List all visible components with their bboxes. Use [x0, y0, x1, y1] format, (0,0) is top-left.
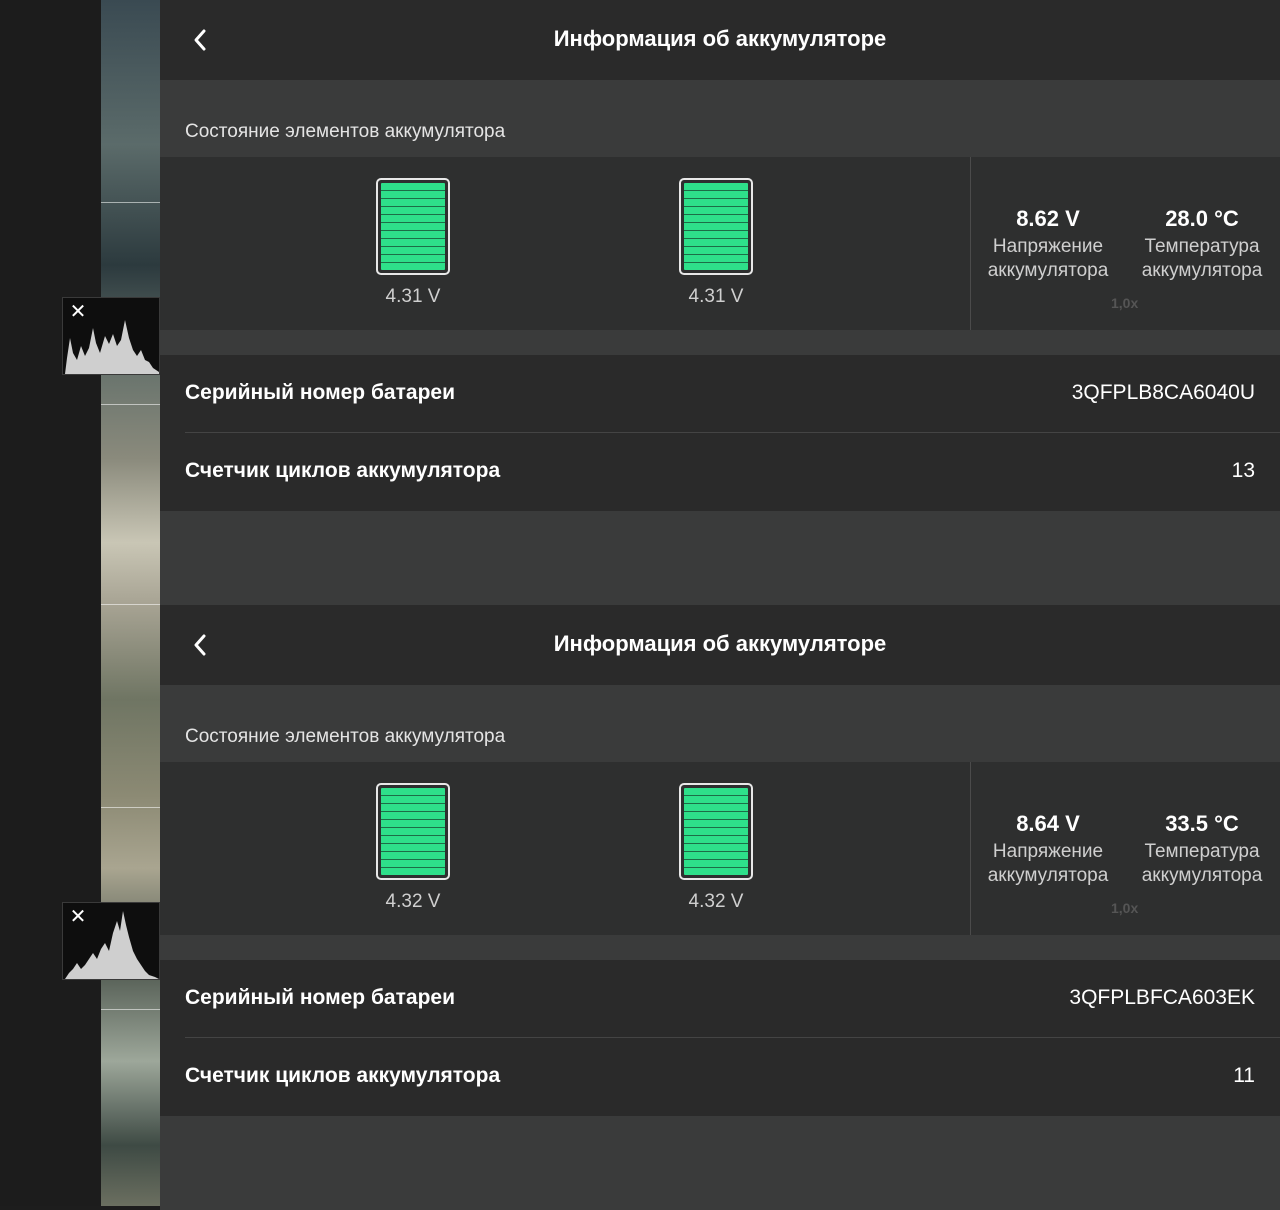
serial-value: 3QFPLBFCA603EK — [1069, 986, 1255, 1009]
battery-cell-icon — [679, 783, 753, 880]
temperature-label: Температура аккумулятора — [1141, 236, 1263, 281]
temperature-stat: 28.0 °C Температура аккумулятора — [1127, 205, 1277, 283]
cell-voltage: 4.32 V — [385, 891, 441, 912]
battery-cells-area: 4.32 V 4.32 V — [160, 762, 970, 935]
cell-voltage: 4.31 V — [385, 286, 441, 307]
voltage-value: 8.62 V — [1016, 206, 1080, 231]
battery-cell-icon — [376, 783, 450, 880]
grid-line — [101, 807, 160, 808]
camera-preview-strip — [101, 0, 160, 1206]
section-label: Состояние элементов аккумулятора — [185, 121, 506, 142]
close-icon[interactable]: ✕ — [69, 906, 87, 926]
close-icon[interactable]: ✕ — [69, 301, 87, 321]
serial-value: 3QFPLB8CA6040U — [1071, 381, 1255, 404]
serial-label: Серийный номер батареи — [185, 986, 455, 1009]
battery-stats-area: 1,0x 8.64 V Напряжение аккумулятора 33.5… — [971, 762, 1280, 935]
temperature-value: 28.0 °C — [1165, 206, 1239, 231]
serial-row: Серийный номер батареи 3QFPLB8CA6040U — [160, 355, 1280, 433]
serial-label: Серийный номер батареи — [185, 381, 455, 404]
temperature-value: 33.5 °C — [1165, 811, 1239, 836]
histogram-widget[interactable]: ✕ — [62, 902, 160, 980]
cycles-value: 11 — [1233, 1064, 1255, 1087]
temperature-label: Температура аккумулятора — [1141, 841, 1263, 886]
histogram-widget[interactable]: ✕ — [62, 297, 160, 375]
voltage-stat: 8.62 V Напряжение аккумулятора — [973, 205, 1123, 283]
battery-cell-icon — [679, 178, 753, 275]
grid-line — [101, 404, 160, 405]
zoom-ghost-text: 1,0x — [1111, 295, 1139, 311]
battery-cells-area: 4.31 V 4.31 V — [160, 157, 970, 330]
cell-voltage: 4.31 V — [688, 286, 744, 307]
cycles-row: Счетчик циклов аккумулятора 13 — [160, 433, 1280, 511]
grid-line — [101, 202, 160, 203]
serial-row: Серийный номер батареи 3QFPLBFCA603EK — [160, 960, 1280, 1038]
cycles-label: Счетчик циклов аккумулятора — [185, 1064, 501, 1087]
temperature-stat: 33.5 °C Температура аккумулятора — [1127, 810, 1277, 888]
page-title: Информация об аккумуляторе — [553, 631, 887, 656]
cycles-value: 13 — [1231, 459, 1255, 482]
section-label: Состояние элементов аккумулятора — [185, 726, 506, 747]
grid-line — [101, 604, 160, 605]
cycles-label: Счетчик циклов аккумулятора — [185, 459, 501, 482]
battery-cell-icon — [376, 178, 450, 275]
panel-header: Информация об аккумуляторе — [160, 0, 1280, 80]
cell-voltage: 4.32 V — [688, 891, 744, 912]
voltage-value: 8.64 V — [1016, 811, 1080, 836]
voltage-label: Напряжение аккумулятора — [987, 841, 1109, 886]
battery-info-panel: Информация об аккумуляторе Состояние эле… — [160, 0, 1280, 605]
zoom-ghost-text: 1,0x — [1111, 900, 1139, 916]
battery-info-panel: Информация об аккумуляторе Состояние эле… — [160, 605, 1280, 1210]
grid-line — [101, 1009, 160, 1010]
panel-header: Информация об аккумуляторе — [160, 605, 1280, 685]
cycles-row: Счетчик циклов аккумулятора 11 — [160, 1038, 1280, 1116]
page-title: Информация об аккумуляторе — [553, 26, 887, 51]
voltage-stat: 8.64 V Напряжение аккумулятора — [973, 810, 1123, 888]
left-sidebar — [0, 0, 101, 1206]
battery-stats-area: 1,0x 8.62 V Напряжение аккумулятора 28.0… — [971, 157, 1280, 330]
voltage-label: Напряжение аккумулятора — [987, 236, 1109, 281]
